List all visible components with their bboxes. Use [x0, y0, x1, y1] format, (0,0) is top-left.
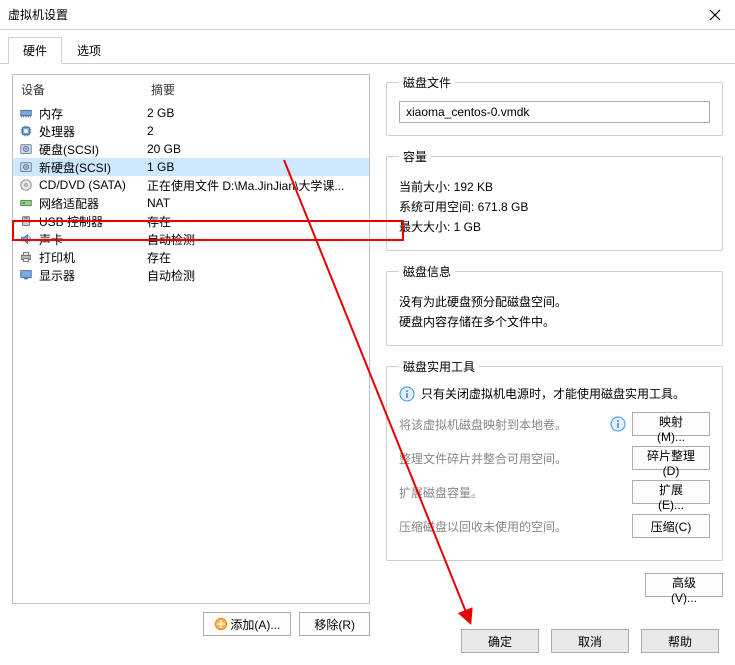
util-expand-label: 扩展磁盘容量。	[399, 484, 626, 501]
device-name: 网络适配器	[39, 195, 147, 212]
info-icon	[610, 416, 626, 432]
util-defrag-label: 整理文件碎片并整合可用空间。	[399, 450, 626, 467]
map-button[interactable]: 映射(M)...	[632, 412, 710, 436]
sound-icon	[17, 231, 35, 247]
device-name: 声卡	[39, 231, 147, 248]
capacity-free: 系统可用空间: 671.8 GB	[399, 198, 710, 215]
capacity-current: 当前大小: 192 KB	[399, 178, 710, 195]
device-row[interactable]: CD/DVD (SATA)正在使用文件 D:\Ma.JinJian\大学课...	[13, 176, 369, 194]
advanced-button[interactable]: 高级(V)...	[645, 573, 723, 597]
tab-hardware[interactable]: 硬件	[8, 37, 62, 64]
tabs: 硬件 选项	[0, 30, 735, 64]
cd-icon	[17, 177, 35, 193]
device-row[interactable]: 网络适配器NAT	[13, 194, 369, 212]
group-util: 磁盘实用工具 只有关闭虚拟机电源时，才能使用磁盘实用工具。 将该虚拟机磁盘映射到…	[386, 358, 723, 561]
device-name: 处理器	[39, 123, 147, 140]
diskinfo-line1: 没有为此硬盘预分配磁盘空间。	[399, 293, 710, 310]
add-button[interactable]: 添加(A)...	[203, 612, 291, 636]
device-summary: 自动检测	[147, 267, 365, 284]
footer-buttons: 确定 取消 帮助	[461, 629, 719, 653]
device-summary: 存在	[147, 213, 365, 230]
device-row[interactable]: 显示器自动检测	[13, 266, 369, 284]
disk-icon	[17, 159, 35, 175]
device-summary: NAT	[147, 196, 365, 210]
capacity-legend: 容量	[399, 148, 431, 165]
device-row[interactable]: 内存2 GB	[13, 104, 369, 122]
device-name: 硬盘(SCSI)	[39, 141, 147, 158]
memory-icon	[17, 105, 35, 121]
device-name: 内存	[39, 105, 147, 122]
help-button[interactable]: 帮助	[641, 629, 719, 653]
device-summary: 正在使用文件 D:\Ma.JinJian\大学课...	[147, 177, 365, 194]
window-title: 虚拟机设置	[8, 6, 703, 23]
device-row[interactable]: 打印机存在	[13, 248, 369, 266]
device-name: USB 控制器	[39, 213, 147, 230]
group-diskinfo: 磁盘信息 没有为此硬盘预分配磁盘空间。 硬盘内容存储在多个文件中。	[386, 263, 723, 346]
col-summary: 摘要	[151, 81, 361, 98]
remove-button[interactable]: 移除(R)	[299, 612, 370, 636]
device-row[interactable]: 声卡自动检测	[13, 230, 369, 248]
printer-icon	[17, 249, 35, 265]
diskinfo-line2: 硬盘内容存储在多个文件中。	[399, 313, 710, 330]
tab-options[interactable]: 选项	[62, 37, 116, 64]
nic-icon	[17, 195, 35, 211]
expand-button[interactable]: 扩展(E)...	[632, 480, 710, 504]
device-row[interactable]: 硬盘(SCSI)20 GB	[13, 140, 369, 158]
cpu-icon	[17, 123, 35, 139]
group-capacity: 容量 当前大小: 192 KB 系统可用空间: 671.8 GB 最大大小: 1…	[386, 148, 723, 251]
device-name: 显示器	[39, 267, 147, 284]
compact-button[interactable]: 压缩(C)	[632, 514, 710, 538]
util-map-label: 将该虚拟机磁盘映射到本地卷。	[399, 416, 604, 433]
close-button[interactable]	[703, 3, 727, 27]
device-row[interactable]: 处理器2	[13, 122, 369, 140]
util-legend: 磁盘实用工具	[399, 358, 479, 375]
group-diskfile: 磁盘文件	[386, 74, 723, 136]
cancel-button[interactable]: 取消	[551, 629, 629, 653]
add-button-label: 添加(A)...	[230, 616, 280, 633]
device-summary: 1 GB	[147, 160, 365, 174]
capacity-max: 最大大小: 1 GB	[399, 218, 710, 235]
diskfile-legend: 磁盘文件	[399, 74, 455, 91]
col-device: 设备	[21, 81, 151, 98]
device-name: 打印机	[39, 249, 147, 266]
list-header: 设备 摘要	[13, 75, 369, 102]
device-row[interactable]: USB 控制器存在	[13, 212, 369, 230]
defrag-button[interactable]: 碎片整理(D)	[632, 446, 710, 470]
util-hint: 只有关闭虚拟机电源时，才能使用磁盘实用工具。	[421, 385, 685, 402]
diskfile-input[interactable]	[399, 101, 710, 123]
device-name: 新硬盘(SCSI)	[39, 159, 147, 176]
diskinfo-legend: 磁盘信息	[399, 263, 455, 280]
usb-icon	[17, 213, 35, 229]
device-summary: 20 GB	[147, 142, 365, 156]
device-summary: 存在	[147, 249, 365, 266]
device-summary: 2	[147, 124, 365, 138]
device-row[interactable]: 新硬盘(SCSI)1 GB	[13, 158, 369, 176]
device-summary: 2 GB	[147, 106, 365, 120]
util-compact-label: 压缩磁盘以回收未使用的空间。	[399, 518, 626, 535]
display-icon	[17, 267, 35, 283]
disk-icon	[17, 141, 35, 157]
titlebar: 虚拟机设置	[0, 0, 735, 30]
device-name: CD/DVD (SATA)	[39, 178, 147, 192]
ok-button[interactable]: 确定	[461, 629, 539, 653]
info-icon	[399, 386, 415, 402]
device-summary: 自动检测	[147, 231, 365, 248]
device-list: 设备 摘要 内存2 GB处理器2硬盘(SCSI)20 GB新硬盘(SCSI)1 …	[12, 74, 370, 604]
plus-icon	[214, 617, 228, 631]
